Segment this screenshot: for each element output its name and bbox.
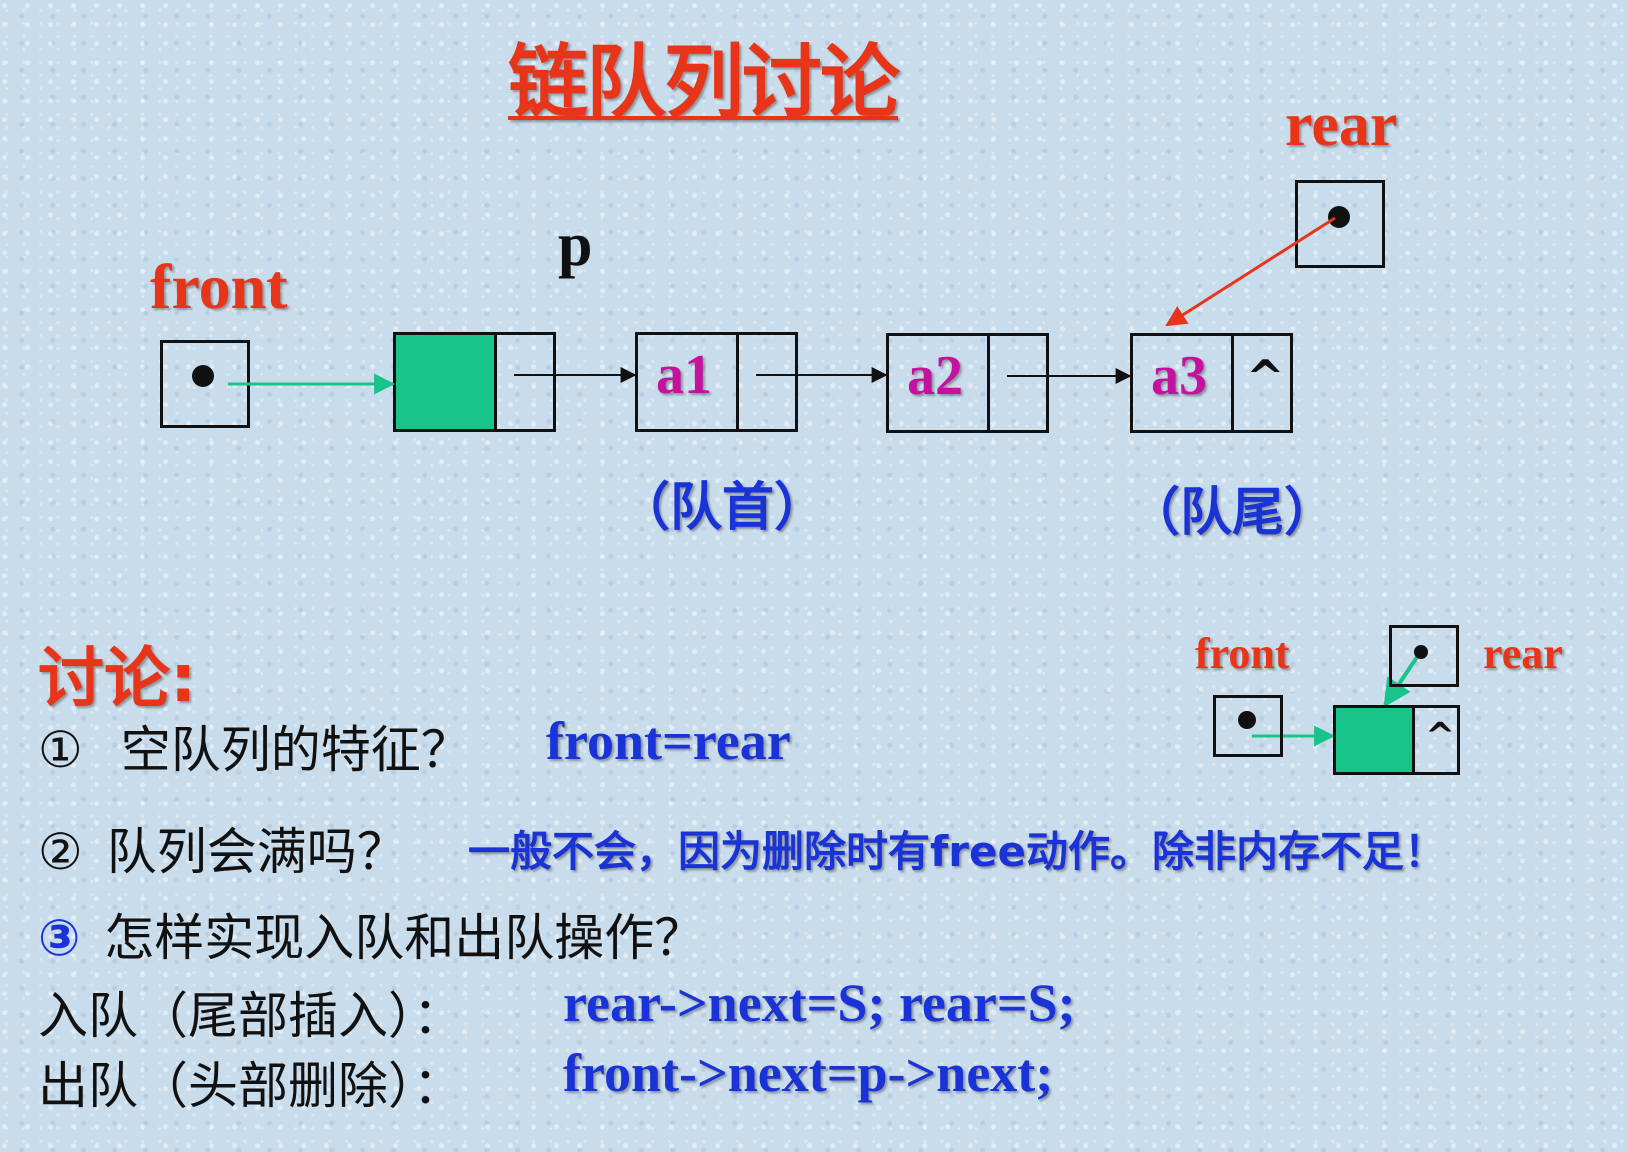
mini-rear-pointer-dot bbox=[1414, 645, 1428, 659]
question-1: ① 空队列的特征？ bbox=[38, 710, 471, 782]
mini-head-node-next: ^ bbox=[1412, 705, 1460, 775]
enqueue-label: 入队（尾部插入）： bbox=[38, 987, 463, 1045]
rear-to-a3-arrow bbox=[1165, 216, 1336, 327]
question-1-text: 空队列的特征？ bbox=[120, 721, 471, 779]
question-1-number: ① bbox=[38, 721, 83, 779]
question-3-number: ③ bbox=[38, 909, 81, 967]
mini-head-node-data bbox=[1333, 705, 1415, 775]
mini-null-mark: ^ bbox=[1425, 716, 1456, 757]
question-2-text: 队列会满吗？ bbox=[106, 823, 407, 881]
question-2-number: ② bbox=[38, 823, 83, 881]
mini-front-pointer-dot bbox=[1238, 711, 1256, 729]
question-3-text: 怎样实现入队和出队操作？ bbox=[104, 909, 705, 967]
question-2-answer: 一般不会，因为删除时有free动作。除非内存不足！ bbox=[468, 827, 1446, 876]
mini-rear-pointer-box bbox=[1389, 625, 1459, 687]
enqueue-code: rear->next=S; rear=S; bbox=[563, 973, 1076, 1033]
mini-front-pointer-box bbox=[1213, 695, 1283, 757]
mini-front-label: front bbox=[1195, 629, 1290, 678]
dequeue-label: 出队（头部删除）： bbox=[38, 1057, 463, 1115]
question-3: ③ 怎样实现入队和出队操作？ bbox=[38, 898, 704, 970]
dequeue-code: front->next=p->next; bbox=[563, 1043, 1054, 1103]
question-2: ② 队列会满吗？ bbox=[38, 812, 407, 884]
question-1-answer: front=rear bbox=[546, 711, 791, 771]
mini-rear-label: rear bbox=[1483, 629, 1563, 678]
discussion-heading: 讨论: bbox=[38, 640, 197, 717]
